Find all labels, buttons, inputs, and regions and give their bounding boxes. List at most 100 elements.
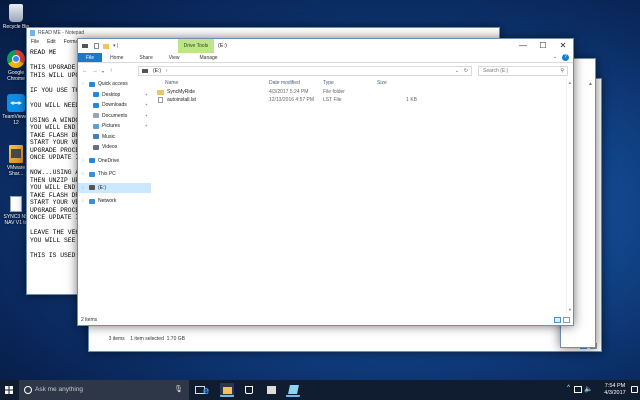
back-arrow-icon[interactable]: ← xyxy=(80,68,90,74)
folder-icon xyxy=(157,89,164,95)
chevron-right-icon[interactable]: › xyxy=(82,183,86,194)
close-button[interactable]: ✕ xyxy=(553,39,573,53)
sidebar-item-label: Downloads xyxy=(102,102,127,108)
tab-view[interactable]: View xyxy=(161,53,188,62)
store-taskbar-button[interactable] xyxy=(242,383,256,397)
item-count: 2 items xyxy=(81,317,98,323)
explorer-mid-scroll-up-icon[interactable]: ▲ xyxy=(588,81,593,87)
edge-icon: e xyxy=(203,385,210,397)
file-icon xyxy=(158,97,163,103)
search-box[interactable]: Search (E:) ⚲ xyxy=(478,66,568,76)
sidebar-item-label: Videos xyxy=(102,144,118,150)
edge-taskbar-button[interactable]: e xyxy=(200,383,214,397)
qat-properties-icon[interactable] xyxy=(94,43,99,49)
clock-date: 4/3/2017 xyxy=(604,390,626,396)
store-icon xyxy=(245,386,253,394)
chevron-right-icon[interactable]: › xyxy=(82,79,86,90)
address-bar[interactable]: (E:) › ⌄ ↻ xyxy=(138,66,472,76)
chevron-right-icon[interactable]: › xyxy=(82,156,86,167)
notepad-taskbar-button[interactable] xyxy=(286,383,300,397)
details-view-icon[interactable] xyxy=(554,317,561,323)
sidebar-item[interactable]: › Network xyxy=(78,196,151,207)
explorer-statusbar: 2 items xyxy=(78,315,573,325)
tab-manage[interactable]: Manage xyxy=(192,53,226,62)
desktop-icon xyxy=(93,92,99,98)
qat-dropdown-icon[interactable]: ▾ | xyxy=(113,43,118,49)
notepad-title: READ ME - Notepad xyxy=(38,30,85,36)
notepad-app-icon xyxy=(30,30,35,36)
notepad-titlebar[interactable]: READ ME - Notepad xyxy=(27,28,499,38)
sidebar-item[interactable]: › (E:) xyxy=(78,182,151,194)
sidebar-item[interactable]: › This PC xyxy=(78,169,151,180)
ribbon-expand-icon[interactable]: ⌄ xyxy=(553,54,557,60)
chevron-right-icon[interactable]: › xyxy=(82,196,86,207)
action-center-icon[interactable] xyxy=(631,386,638,393)
cortana-search-box[interactable]: Ask me anything 🎙 xyxy=(19,380,189,400)
network-tray-icon[interactable] xyxy=(574,386,582,393)
explorer-window[interactable]: ▾ | Drive Tools (E:) — ☐ ✕ File Home Sha… xyxy=(77,38,574,326)
sidebar-item[interactable]: › OneDrive xyxy=(78,156,151,167)
address-dropdown-icon[interactable]: ⌄ xyxy=(455,67,459,75)
sidebar-item[interactable]: Documents ✦ xyxy=(78,111,151,122)
address-drive-icon xyxy=(142,69,148,73)
column-name[interactable]: Name xyxy=(153,79,269,88)
tab-file[interactable]: File xyxy=(78,53,103,62)
minimize-button[interactable]: — xyxy=(513,39,533,53)
up-arrow-icon[interactable]: ↑ xyxy=(106,68,116,74)
desktop-icon-label: VMware Shar... xyxy=(6,165,26,177)
tab-home[interactable]: Home xyxy=(102,53,131,62)
drive-tools-context-tab[interactable]: Drive Tools xyxy=(178,39,214,53)
notepad-menu-edit[interactable]: Edit xyxy=(47,38,56,47)
address-row: ← → ▾ ↑ (E:) › ⌄ ↻ Search (E:) ⚲ xyxy=(78,65,573,77)
pictures-icon xyxy=(93,123,99,129)
chevron-right-icon[interactable]: › xyxy=(82,169,86,180)
volume-tray-icon[interactable]: 🔈 xyxy=(584,385,593,393)
forward-arrow-icon[interactable]: → xyxy=(90,68,100,74)
pin-icon[interactable]: ✦ xyxy=(145,100,148,111)
column-type[interactable]: Type xyxy=(323,79,377,88)
vertical-scrollbar[interactable]: ▲ ▼ xyxy=(566,79,573,313)
notepad-menu-file[interactable]: File xyxy=(31,38,39,47)
desktop-icon-label: Google Chrome xyxy=(7,70,25,82)
sidebar-item[interactable]: Downloads ✦ xyxy=(78,100,151,111)
sidebar-item[interactable]: Pictures ✦ xyxy=(78,121,151,132)
sidebar-item-label: Quick access xyxy=(98,81,128,87)
qat-new-folder-icon[interactable] xyxy=(103,43,109,49)
file-name: autoinstall.lst xyxy=(167,97,196,103)
sidebar-item-label: This PC xyxy=(98,171,116,177)
pin-icon[interactable]: ✦ xyxy=(145,111,148,122)
table-row[interactable]: autoinstall.lst 12/13/2016 4:57 PM LST F… xyxy=(153,96,565,104)
sidebar-item[interactable]: › Quick access xyxy=(78,79,151,90)
file-explorer-taskbar-button[interactable] xyxy=(220,383,234,397)
maximize-button[interactable]: ☐ xyxy=(533,39,553,53)
explorer-titlebar[interactable]: ▾ | Drive Tools (E:) — ☐ ✕ xyxy=(78,39,573,53)
notepad-icon xyxy=(288,385,299,394)
sidebar-item[interactable]: Desktop ✦ xyxy=(78,90,151,101)
start-button[interactable] xyxy=(0,380,19,400)
chrome-icon xyxy=(7,50,25,68)
photos-taskbar-button[interactable] xyxy=(264,383,278,397)
column-date-modified[interactable]: Date modified xyxy=(269,79,323,88)
clock[interactable]: 7:54 PM 4/3/2017 xyxy=(598,380,632,400)
tray-chevron-icon[interactable]: ^ xyxy=(567,385,570,391)
help-icon[interactable]: ? xyxy=(562,54,569,61)
pin-icon[interactable]: ✦ xyxy=(145,121,148,132)
scroll-up-icon[interactable]: ▲ xyxy=(568,80,572,85)
tab-share[interactable]: Share xyxy=(131,53,160,62)
pin-icon[interactable]: ✦ xyxy=(145,90,148,101)
file-type: LST File xyxy=(323,97,342,103)
file-date: 12/13/2016 4:57 PM xyxy=(269,97,315,103)
sidebar-item-label: Pictures xyxy=(102,123,121,129)
explorer-back-status: 3 items 1 item selected 1.70 GB xyxy=(108,336,185,342)
this-pc-icon xyxy=(89,171,95,177)
documents-icon xyxy=(93,113,99,119)
large-icons-view-icon[interactable] xyxy=(563,317,570,323)
column-size[interactable]: Size xyxy=(377,79,417,88)
file-list: Name Date modified Type Size SyncMyRide … xyxy=(153,79,565,313)
sidebar-item[interactable]: Music xyxy=(78,132,151,143)
refresh-icon[interactable]: ↻ xyxy=(464,67,468,75)
scroll-down-icon[interactable]: ▼ xyxy=(568,307,572,312)
sidebar-item[interactable]: Videos xyxy=(78,142,151,153)
microphone-icon[interactable]: 🎙 xyxy=(174,380,183,400)
table-row[interactable]: SyncMyRide 4/3/2017 5:24 PM File folder xyxy=(153,88,565,96)
